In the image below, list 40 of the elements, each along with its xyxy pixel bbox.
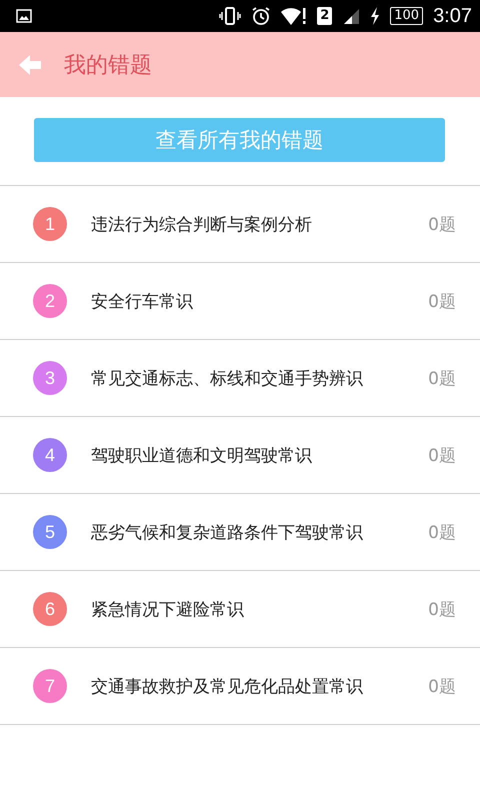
mistake-count: 0题 (428, 214, 456, 236)
chapter-title: 违法行为综合判断与案例分析 (91, 214, 313, 236)
chapter-title: 安全行车常识 (91, 290, 194, 312)
chapter-title: 驾驶职业道德和文明驾驶常识 (91, 444, 313, 466)
chapter-number: 4 (33, 438, 67, 472)
chapter-row[interactable]: 7 交通事故救护及常见危化品处置常识 0题 (0, 648, 480, 725)
chapter-number: 1 (33, 207, 67, 241)
chapter-number: 2 (33, 284, 67, 318)
mistake-count: 0题 (428, 598, 456, 620)
vibrate-icon (219, 7, 242, 25)
back-button[interactable] (18, 52, 42, 76)
mistake-count: 0题 (428, 368, 456, 390)
chapter-number: 6 (33, 592, 67, 626)
alarm-icon (251, 6, 272, 26)
mistake-count: 0题 (428, 444, 456, 466)
chapter-row[interactable]: 6 紧急情况下避险常识 0题 (0, 571, 480, 648)
wifi-icon (281, 6, 308, 26)
chapter-row[interactable]: 5 恶劣气候和复杂道路条件下驾驶常识 0题 (0, 494, 480, 571)
chapter-row[interactable]: 1 违法行为综合判断与案例分析 0题 (0, 186, 480, 263)
chapter-title: 交通事故救护及常见危化品处置常识 (91, 676, 364, 698)
mistake-count: 0题 (428, 676, 456, 698)
battery-level: 100 (390, 7, 424, 25)
sim-badge: 2 (317, 7, 332, 25)
signal-icon (342, 7, 360, 25)
chapter-title: 恶劣气候和复杂道路条件下驾驶常识 (91, 522, 364, 544)
chapter-title: 紧急情况下避险常识 (91, 598, 245, 620)
chapter-number: 3 (33, 361, 67, 395)
clock-time: 3:07 (433, 4, 472, 28)
image-icon (16, 9, 32, 23)
chapter-number: 5 (33, 515, 67, 549)
mistake-count: 0题 (428, 522, 456, 544)
back-arrow-icon (18, 52, 42, 76)
chapter-number: 7 (33, 669, 67, 703)
chapter-title: 常见交通标志、标线和交通手势辨识 (91, 368, 364, 390)
page-title: 我的错题 (64, 52, 152, 80)
chapter-row[interactable]: 3 常见交通标志、标线和交通手势辨识 0题 (0, 340, 480, 417)
chapter-row[interactable]: 2 安全行车常识 0题 (0, 263, 480, 340)
chapter-row[interactable]: 4 驾驶职业道德和文明驾驶常识 0题 (0, 417, 480, 494)
mistake-count: 0题 (428, 290, 456, 312)
charging-icon (370, 7, 380, 25)
